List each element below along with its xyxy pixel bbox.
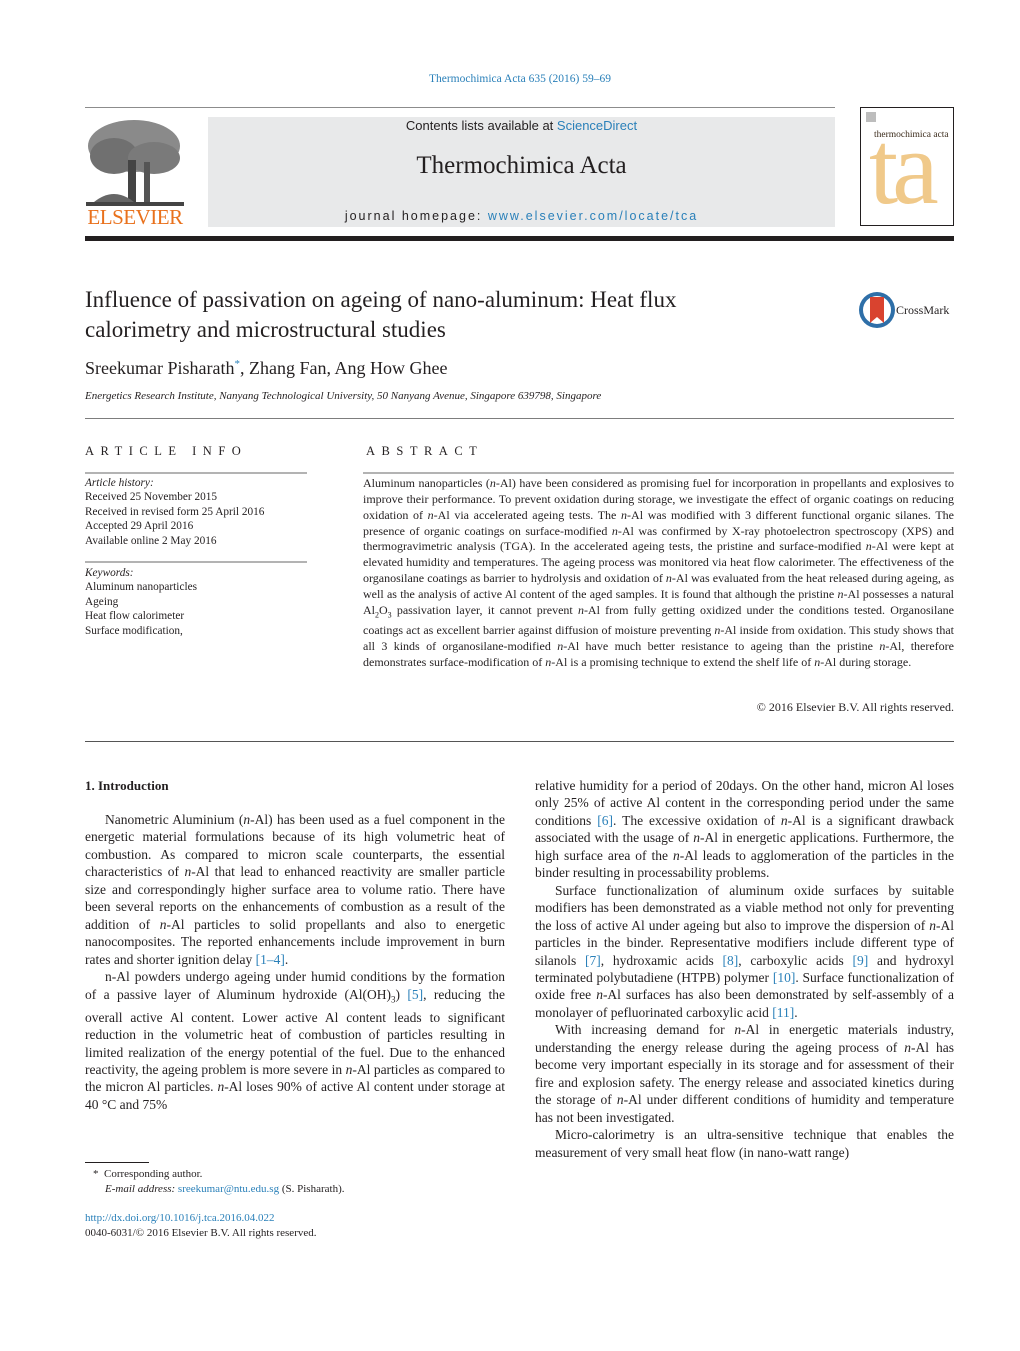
abstract-copyright: © 2016 Elsevier B.V. All rights reserved… — [756, 700, 954, 714]
keywords-label: Keywords: — [85, 567, 134, 579]
section-heading-introduction: 1. Introduction — [85, 778, 169, 793]
header-thick-rule — [85, 236, 954, 241]
keyword-item: Surface modification, — [85, 624, 183, 637]
citation-link[interactable]: [9] — [853, 953, 869, 968]
history-item: Available online 2 May 2016 — [85, 534, 217, 547]
body-paragraph: Nanometric Aluminium (n-Al) has been use… — [85, 812, 506, 967]
author-name[interactable]: Sreekumar Pisharath — [85, 358, 234, 378]
keyword-item: Aluminum nanoparticles — [85, 581, 198, 594]
body-column-right: relative humidity for a period of 20days… — [535, 777, 954, 1161]
citation-link[interactable]: [10] — [773, 970, 796, 985]
homepage-link[interactable]: www.elsevier.com/locate/tca — [488, 209, 698, 223]
abstract-text: Aluminum nanoparticles (n-Al) have been … — [363, 476, 954, 671]
abstract-heading: ABSTRACT — [366, 444, 484, 458]
keywords-rule — [85, 561, 307, 563]
contents-line: Contents lists available at ScienceDirec… — [208, 118, 835, 133]
issn-line: 0040-6031/© 2016 Elsevier B.V. All right… — [85, 1226, 317, 1239]
elsevier-wordmark: ELSEVIER — [87, 205, 183, 229]
article-title-line-2: calorimetry and microstructural studies — [85, 317, 446, 342]
crossmark-label[interactable]: CrossMark — [896, 303, 949, 318]
author-name[interactable]: Ang How Ghee — [334, 358, 447, 378]
body-paragraph: n-Al powders undergo ageing under humid … — [85, 969, 506, 1112]
article-title: Influence of passivation on ageing of na… — [85, 285, 825, 345]
article-history: Article history: Received 25 November 20… — [85, 476, 264, 548]
history-item: Received 25 November 2015 — [85, 491, 218, 504]
article-info-heading: ARTICLE INFO — [85, 444, 248, 458]
journal-citation-link[interactable]: Thermochimica Acta 635 (2016) 59–69 — [0, 73, 1020, 85]
abstract-rule — [363, 472, 954, 474]
homepage-line: journal homepage: www.elsevier.com/locat… — [208, 209, 835, 223]
article-history-label: Article history: — [85, 477, 154, 489]
cover-title: thermochimica acta — [874, 130, 949, 140]
body-paragraph: Micro-calorimetry is an ultra-sensitive … — [535, 1127, 954, 1160]
keyword-item: Heat flow calorimeter — [85, 610, 185, 623]
author-separator: , — [239, 358, 249, 378]
doi-block: http://dx.doi.org/10.1016/j.tca.2016.04.… — [85, 1211, 317, 1240]
section-rule — [85, 418, 954, 419]
author-name[interactable]: Zhang Fan — [249, 358, 326, 378]
header-rule — [85, 107, 835, 108]
history-item: Received in revised form 25 April 2016 — [85, 505, 265, 518]
keywords: Keywords: Aluminum nanoparticles Ageing … — [85, 566, 197, 638]
body-paragraph: Surface functionalization of aluminum ox… — [535, 882, 954, 1020]
citation-link[interactable]: [5] — [407, 987, 423, 1002]
citation-link[interactable]: [11] — [772, 1005, 794, 1020]
body-paragraph: With increasing demand for n-Al in energ… — [535, 1022, 954, 1125]
body-column-left: Nanometric Aluminium (n-Al) has been use… — [85, 811, 505, 1113]
citation-link[interactable]: [6] — [597, 813, 613, 828]
email-link[interactable]: sreekumar@ntu.edu.sg — [178, 1183, 279, 1195]
citation-link[interactable]: [8] — [723, 953, 739, 968]
sciencedirect-link[interactable]: ScienceDirect — [557, 118, 637, 133]
author-list: Sreekumar Pisharath*, Zhang Fan, Ang How… — [85, 358, 447, 379]
homepage-prefix: journal homepage: — [344, 209, 488, 223]
body-paragraph: relative humidity for a period of 20days… — [535, 778, 954, 881]
article-info-rule — [85, 472, 307, 474]
citation-link[interactable]: [7] — [585, 953, 601, 968]
footnote: * Corresponding author. E-mail address: … — [93, 1167, 344, 1196]
article-title-line-1: Influence of passivation on ageing of na… — [85, 287, 677, 312]
body-rule — [85, 741, 954, 742]
doi-link[interactable]: http://dx.doi.org/10.1016/j.tca.2016.04.… — [85, 1211, 317, 1226]
contents-prefix: Contents lists available at — [405, 118, 557, 133]
crossmark-icon[interactable] — [858, 291, 896, 329]
keyword-item: Ageing — [85, 595, 119, 608]
footnote-rule — [85, 1162, 149, 1163]
author-affiliation: Energetics Research Institute, Nanyang T… — [85, 390, 602, 402]
abstract-paragraph: Aluminum nanoparticles (n-Al) have been … — [363, 476, 955, 669]
journal-cover-thumbnail[interactable]: ta thermochimica acta — [860, 107, 954, 226]
history-item: Accepted 29 April 2016 — [85, 520, 194, 533]
corresponding-author-note: * Corresponding author. — [93, 1168, 203, 1180]
citation-link[interactable]: [1–4] — [256, 952, 285, 967]
email-line: E-mail address: sreekumar@ntu.edu.sg (S.… — [105, 1182, 345, 1195]
journal-title: Thermochimica Acta — [416, 152, 627, 179]
